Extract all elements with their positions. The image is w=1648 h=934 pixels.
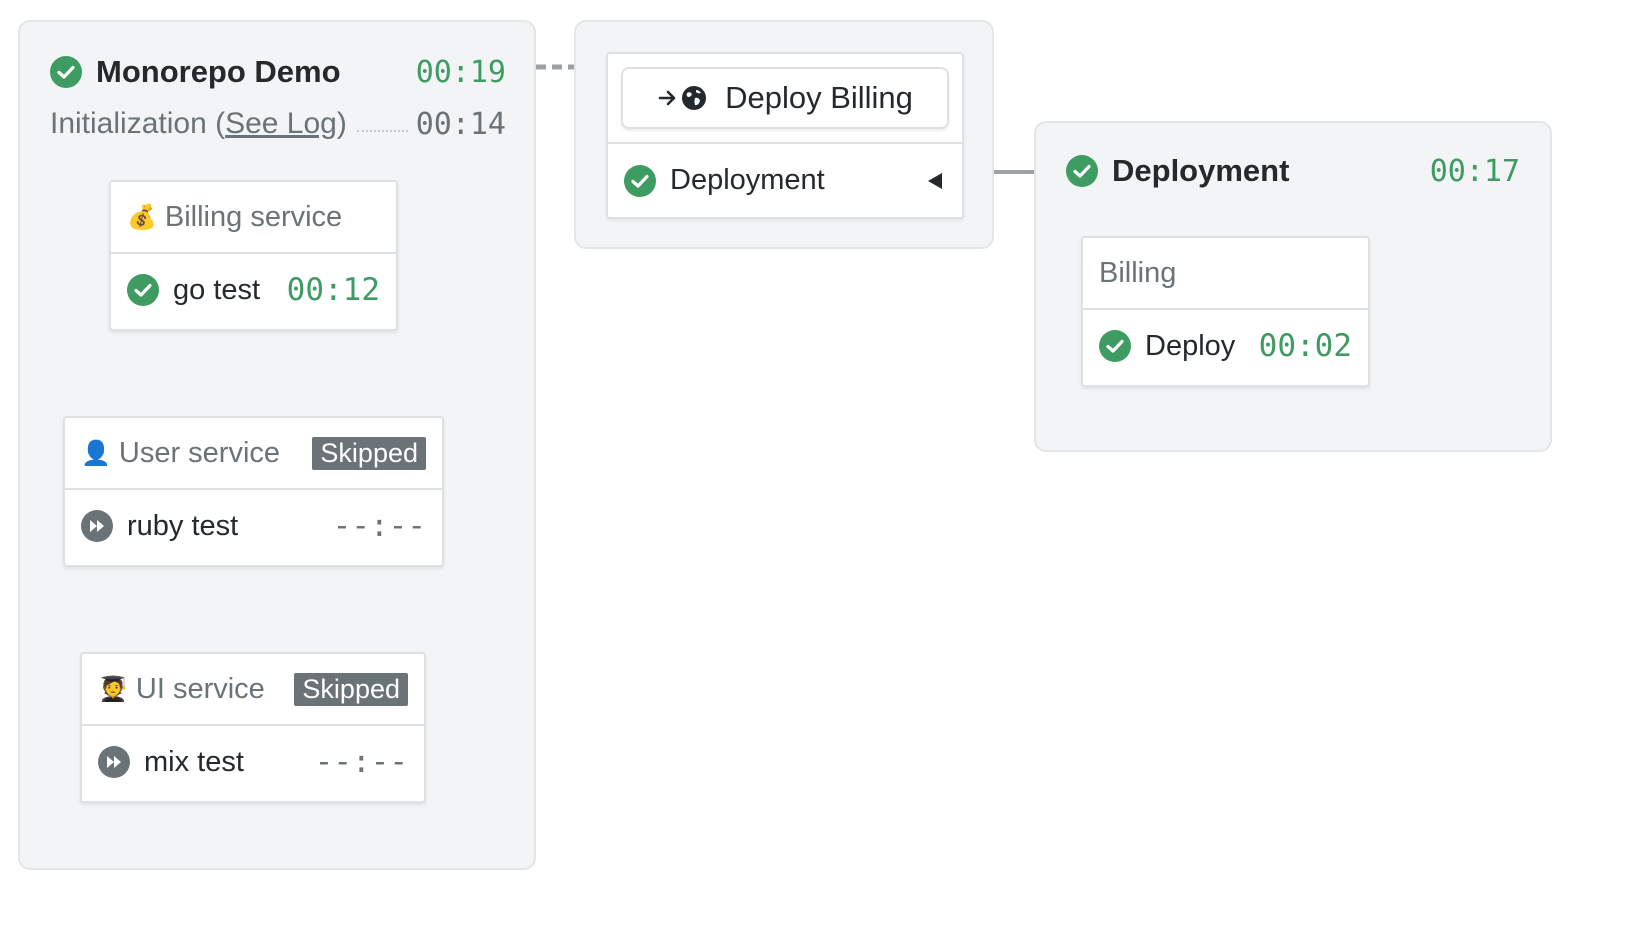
promotion-card: Deploy Billing Deployment [606,52,964,219]
deployment-row-label[interactable]: Deployment [670,164,825,197]
passed-icon [1066,155,1098,187]
job-duration: --:-- [314,744,408,780]
job-name[interactable]: mix test [144,746,244,779]
user-icon: 👤 [81,439,111,467]
passed-icon [1099,330,1131,362]
pipeline-duration: 00:19 [415,54,506,90]
block-name: Billing service [164,200,343,233]
passed-icon [624,164,656,197]
pipeline-header: Monorepo Demo 00:19 [50,52,506,92]
job-duration: 00:12 [286,272,380,308]
job-duration: --:-- [332,508,426,544]
skipped-badge: Skipped [294,672,408,706]
deployment-title[interactable]: Deployment [1112,153,1289,189]
block-header: 👤 User service Skipped [65,418,442,490]
job-name[interactable]: ruby test [127,510,238,543]
block-name: Billing [1099,256,1177,289]
block-header: 🧑‍🎓 UI service Skipped [82,654,424,726]
initialization-duration: 00:14 [415,106,506,142]
block-header: 💰 Billing service [111,182,396,254]
block-ui-service: 🧑‍🎓 UI service Skipped mix test --:-- [80,652,426,803]
deployment-duration: 00:17 [1429,153,1520,189]
block-user-service: 👤 User service Skipped ruby test --:-- [63,416,444,567]
passed-icon [127,274,159,306]
see-log-link[interactable]: See Log [225,107,337,141]
deployment-header: Deployment 00:17 [1066,151,1520,191]
block-name: UI service [135,672,265,705]
deployment-panel: Deployment 00:17 Billing Deploy 00:02 [1034,121,1552,452]
promotion-button-area: Deploy Billing [608,54,962,144]
initialization-close: ) [336,107,347,140]
promotions-panel: Deploy Billing Deployment [574,20,994,249]
block-header: Billing [1083,238,1368,310]
job-row-ruby-test[interactable]: ruby test --:-- [65,490,442,562]
job-duration: 00:02 [1258,328,1352,364]
job-name[interactable]: go test [173,274,260,307]
job-name[interactable]: Deploy [1145,330,1235,363]
money-bag-icon: 💰 [127,203,157,231]
deploy-billing-button[interactable]: Deploy Billing [621,67,949,129]
skipped-icon [98,746,130,778]
pipeline-title[interactable]: Monorepo Demo [96,54,341,90]
block-name: User service [118,436,281,469]
deploy-billing-label: Deploy Billing [725,80,913,115]
block-billing-service: 💰 Billing service go test 00:12 [109,180,398,331]
job-row-deploy[interactable]: Deploy 00:02 [1083,310,1368,382]
globe-icon [682,86,707,110]
passed-icon [50,56,82,88]
caret-left-icon [928,172,942,189]
skipped-icon [81,510,113,542]
student-icon: 🧑‍🎓 [98,675,128,703]
initialization-label: Initialization ( [50,107,226,140]
dotted-leader [356,130,408,132]
job-row-go-test[interactable]: go test 00:12 [111,254,396,326]
deployment-promotion-row[interactable]: Deployment [608,144,962,217]
skipped-badge: Skipped [312,436,426,470]
block-billing: Billing Deploy 00:02 [1081,236,1370,387]
job-row-mix-test[interactable]: mix test --:-- [82,726,424,798]
arrow-right-icon [658,90,676,106]
initialization-row: Initialization (See Log) 00:14 [50,104,506,144]
